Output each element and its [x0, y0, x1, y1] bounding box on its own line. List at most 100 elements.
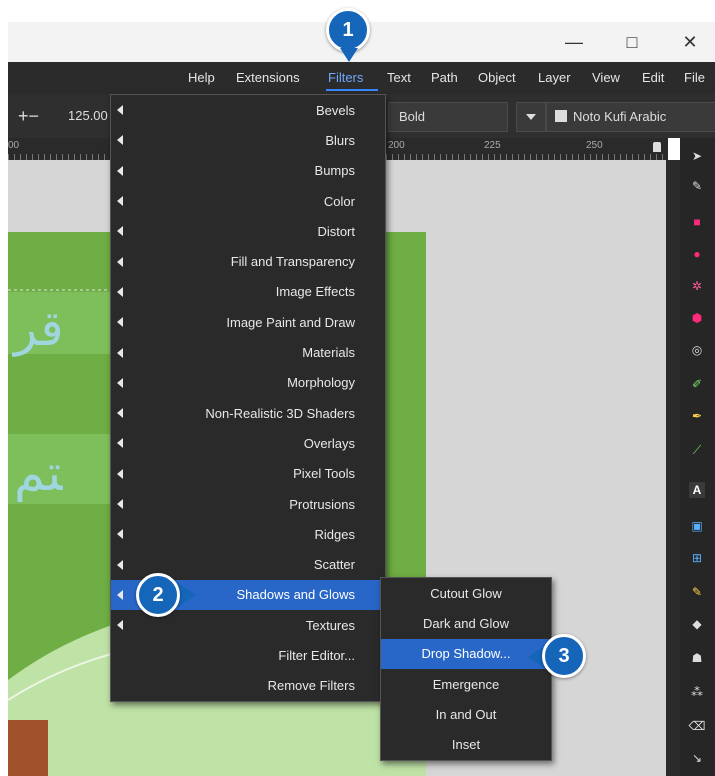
menu-item-blurs[interactable]: Blurs — [111, 125, 385, 155]
text-tool-icon[interactable]: A — [689, 482, 705, 498]
ellipse-tool-icon[interactable]: ● — [689, 246, 705, 262]
font-icon — [555, 110, 567, 122]
submenu-arrow-icon — [117, 226, 123, 237]
close-button[interactable]: ✕ — [672, 28, 708, 56]
menu-filters[interactable]: Filters — [328, 70, 363, 85]
menu-item-filter-editor[interactable]: Filter Editor... — [111, 640, 385, 670]
minimize-button[interactable]: — — [556, 28, 592, 56]
node-tool-icon[interactable]: ✎ — [689, 178, 705, 194]
menu-edit[interactable]: Edit — [642, 70, 664, 85]
pencil-tool-icon[interactable]: ✐ — [689, 376, 705, 392]
3d-box-tool-icon[interactable]: ⬢ — [689, 310, 705, 326]
submenu-arrow-icon — [117, 105, 123, 116]
tweak-tool-icon[interactable]: ☗ — [689, 650, 705, 666]
active-menu-indicator — [326, 89, 378, 91]
connector-tool-icon[interactable]: ↘ — [689, 750, 705, 766]
menu-item-non-realistic-3d-shaders[interactable]: Non-Realistic 3D Shaders — [111, 398, 385, 428]
maximize-button[interactable]: □ — [614, 28, 650, 56]
menu-object[interactable]: Object — [478, 70, 516, 85]
zoom-value[interactable]: 125.00 — [68, 108, 108, 123]
vertical-ruler — [666, 160, 680, 776]
menu-help[interactable]: Help — [188, 70, 215, 85]
submenu-arrow-icon — [117, 165, 123, 176]
submenu-arrow-icon — [117, 499, 123, 509]
ruler-label: 200 — [388, 140, 405, 151]
font-style-value: Bold — [399, 109, 426, 124]
menu-file[interactable]: File — [684, 70, 705, 85]
menu-item-color[interactable]: Color — [111, 186, 385, 216]
menu-view[interactable]: View — [592, 70, 620, 85]
submenu-arrow-icon — [117, 256, 123, 267]
submenu-item-cutout-glow[interactable]: Cutout Glow — [381, 578, 551, 608]
dropper-tool-icon[interactable]: ✎ — [689, 584, 705, 600]
menu-item-ridges[interactable]: Ridges — [111, 519, 385, 549]
spray-tool-icon[interactable]: ⁂ — [689, 684, 705, 700]
submenu-arrow-icon — [117, 589, 123, 600]
submenu-item-dark-and-glow[interactable]: Dark and Glow — [381, 608, 551, 638]
menu-item-materials[interactable]: Materials — [111, 337, 385, 367]
star-tool-icon[interactable]: ✲ — [689, 278, 705, 294]
calligraphy-tool-icon[interactable]: ⟋ — [689, 442, 705, 458]
mesh-tool-icon[interactable]: ⊞ — [689, 550, 705, 566]
ruler-label: 250 — [586, 140, 603, 151]
menu-item-protrusions[interactable]: Protrusions — [111, 489, 385, 519]
font-style-dropdown-button[interactable] — [516, 102, 546, 132]
ruler-label: 00 — [8, 140, 20, 151]
zoom-stepper[interactable]: +− — [18, 106, 39, 127]
menu-item-morphology[interactable]: Morphology — [111, 368, 385, 398]
submenu-arrow-icon — [117, 468, 123, 479]
callout-step-1: 1 — [326, 8, 370, 52]
menu-item-image-paint-and-draw[interactable]: Image Paint and Draw — [111, 307, 385, 337]
submenu-item-drop-shadow[interactable]: Drop Shadow... — [381, 638, 551, 669]
submenu-arrow-icon — [117, 135, 123, 146]
submenu-arrow-icon — [117, 559, 123, 570]
menu-item-pixel-tools[interactable]: Pixel Tools — [111, 459, 385, 489]
eraser-tool-icon[interactable]: ⌫ — [689, 718, 706, 734]
menu-item-remove-filters[interactable]: Remove Filters — [111, 671, 385, 701]
menu-path[interactable]: Path — [431, 70, 458, 85]
menu-item-overlays[interactable]: Overlays — [111, 428, 385, 458]
selector-tool-icon[interactable]: ➤ — [689, 148, 705, 164]
callout-pointer-icon — [340, 48, 358, 62]
menu-text[interactable]: Text — [387, 70, 411, 85]
svg-text:ﻗﺮ: ﻗﺮ — [12, 301, 63, 357]
pen-tool-icon[interactable]: ✒ — [689, 408, 705, 424]
menu-layer[interactable]: Layer — [538, 70, 571, 85]
chevron-down-icon — [526, 114, 536, 120]
submenu-arrow-icon — [117, 408, 123, 419]
svg-text:ﺘﻢ: ﺘﻢ — [14, 444, 63, 502]
close-icon: ✕ — [682, 31, 698, 52]
menu-item-fill-and-transparency[interactable]: Fill and Transparency — [111, 246, 385, 276]
lock-icon[interactable] — [653, 142, 661, 152]
gradient-tool-icon[interactable]: ▣ — [689, 518, 705, 534]
paint-bucket-tool-icon[interactable]: ◆ — [689, 616, 705, 632]
menu-item-bumps[interactable]: Bumps — [111, 156, 385, 186]
menu-item-image-effects[interactable]: Image Effects — [111, 277, 385, 307]
submenu-arrow-icon — [117, 438, 123, 449]
menu-extensions[interactable]: Extensions — [236, 70, 300, 85]
submenu-item-in-and-out[interactable]: In and Out — [381, 699, 551, 729]
spiral-tool-icon[interactable]: ◎ — [689, 342, 705, 358]
menu-item-distort[interactable]: Distort — [111, 216, 385, 246]
maximize-icon: □ — [626, 31, 638, 52]
app-window: — □ ✕ Help Extensions Filters Text Path … — [8, 0, 715, 776]
shadows-and-glows-submenu: Cutout Glow Dark and Glow Drop Shadow...… — [380, 577, 552, 761]
minimize-icon: — — [565, 31, 583, 52]
submenu-arrow-icon — [117, 317, 123, 328]
submenu-arrow-icon — [117, 620, 123, 631]
ruler-label: 225 — [484, 140, 501, 151]
submenu-item-inset[interactable]: Inset — [381, 729, 551, 759]
submenu-arrow-icon — [117, 377, 123, 388]
font-family-select[interactable]: Noto Kufi Arabic — [546, 102, 715, 132]
callout-pointer-icon — [178, 583, 196, 607]
callout-step-3: 3 — [542, 634, 586, 678]
menu-item-bevels[interactable]: Bevels — [111, 95, 385, 125]
rectangle-tool-icon[interactable]: ■ — [689, 214, 705, 230]
submenu-arrow-icon — [117, 529, 123, 540]
submenu-arrow-icon — [117, 286, 123, 297]
font-style-select[interactable]: Bold — [388, 102, 508, 132]
submenu-arrow-icon — [117, 196, 123, 207]
toolbox: ➤ ✎ ■ ● ✲ ⬢ ◎ ✐ ✒ ⟋ A ▣ ⊞ ✎ ◆ ☗ ⁂ ⌫ ↘ — [680, 138, 715, 776]
submenu-arrow-icon — [117, 347, 123, 358]
submenu-item-emergence[interactable]: Emergence — [381, 669, 551, 699]
